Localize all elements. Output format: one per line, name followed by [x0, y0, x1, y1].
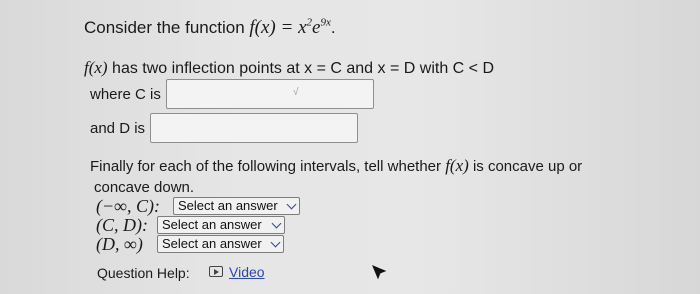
chevron-down-icon: [270, 237, 281, 248]
video-link[interactable]: Video: [229, 264, 265, 280]
concavity-select-2[interactable]: Select an answer: [157, 216, 285, 234]
function-statement: Consider the function f(x) = x2e9x.: [84, 16, 336, 38]
mouse-cursor-icon: [372, 265, 387, 280]
where-c-label: where C is: [90, 86, 161, 103]
input-check-icon: √: [293, 87, 299, 98]
function-formula: f(x) = x2e9x: [249, 16, 331, 38]
video-play-icon[interactable]: [209, 266, 223, 277]
chevron-down-icon: [271, 218, 282, 229]
concavity-line-2: concave down.: [94, 179, 195, 196]
concavity-line-1: Finally for each of the following interv…: [90, 156, 583, 175]
chevron-down-icon: [286, 199, 297, 210]
interval-label-2: (C, D):: [96, 215, 148, 235]
question-help-label: Question Help:: [97, 265, 190, 281]
concavity-select-3[interactable]: Select an answer: [157, 235, 284, 253]
inflection-text: has two inflection points at x = C and x…: [107, 60, 494, 77]
and-d-label: and D is: [90, 120, 146, 137]
interval-label-3: (D, ∞): [96, 234, 143, 254]
interval-label-1: (−∞, C):: [96, 196, 160, 216]
inflection-fx: f(x): [84, 58, 108, 77]
intro-text: Consider the function: [84, 18, 250, 37]
d-answer-input[interactable]: [150, 113, 358, 143]
question-page: Consider the function f(x) = x2e9x. f(x)…: [0, 0, 700, 294]
concavity-select-1[interactable]: Select an answer: [173, 197, 300, 215]
inflection-statement: f(x) has two inflection points at x = C …: [84, 58, 494, 78]
c-answer-input[interactable]: √: [166, 79, 374, 109]
